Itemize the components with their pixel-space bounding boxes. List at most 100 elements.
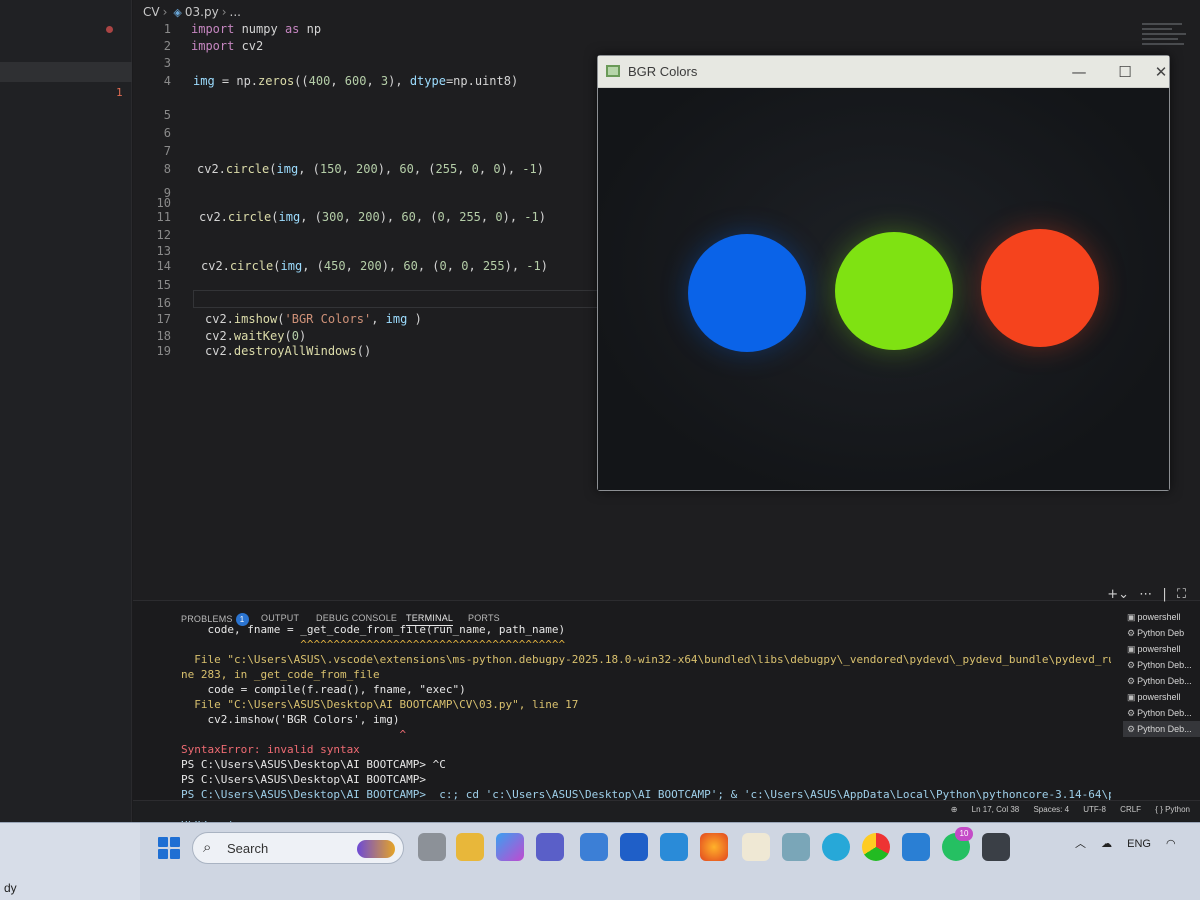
terminal-line: ne 283, in _get_code_from_file bbox=[181, 668, 380, 681]
line-number: 11 bbox=[156, 210, 171, 224]
search-highlight-icon bbox=[357, 840, 395, 858]
terminal-list-item[interactable]: ⚙ Python Deb... bbox=[1123, 657, 1200, 673]
line-text: import cv2 bbox=[191, 39, 264, 53]
wifi-icon[interactable]: ◠ bbox=[1166, 838, 1176, 850]
teams-icon[interactable] bbox=[536, 833, 564, 861]
minimize-button[interactable]: — bbox=[1060, 60, 1098, 84]
system-tray: ︿ ☁ ENG ◠ bbox=[1075, 835, 1188, 851]
line-number: 6 bbox=[163, 126, 171, 140]
tray-chevron-icon[interactable]: ︿ bbox=[1075, 838, 1086, 850]
blue-circle bbox=[688, 234, 806, 352]
line-text: import numpy as np bbox=[191, 22, 322, 36]
terminal-list-label: Python Deb... bbox=[1137, 708, 1192, 718]
tab-output[interactable]: OUTPUT bbox=[261, 613, 299, 623]
task-view-icon[interactable] bbox=[418, 833, 446, 861]
python-window-icon[interactable] bbox=[982, 833, 1010, 861]
media-icon[interactable] bbox=[660, 833, 688, 861]
opencv-titlebar[interactable]: BGR Colors — ☐ ✕ bbox=[598, 56, 1169, 88]
document-icon[interactable] bbox=[742, 833, 770, 861]
image-canvas bbox=[598, 89, 1169, 490]
line-number: 7 bbox=[163, 144, 171, 158]
breadcrumb-file[interactable]: 03.py bbox=[185, 5, 219, 19]
terminal-list-item[interactable]: ⚙ Python Deb... bbox=[1123, 673, 1200, 689]
debug-icon: ⚙ bbox=[1127, 708, 1136, 718]
store-icon[interactable] bbox=[580, 833, 608, 861]
windows-start-icon[interactable] bbox=[158, 837, 180, 859]
terminal-line: File "c:\Users\ASUS\.vscode\extensions\m… bbox=[181, 653, 1111, 666]
maximize-panel-icon[interactable]: ⛶ bbox=[1177, 587, 1186, 602]
status-language[interactable]: { } Python bbox=[1155, 805, 1190, 814]
file-explorer-icon[interactable] bbox=[456, 833, 484, 861]
line-text: cv2.destroyAllWindows() bbox=[205, 344, 372, 358]
terminal-list-item[interactable]: ⚙ Python Deb... bbox=[1123, 721, 1200, 737]
terminal-list-item[interactable]: ⚙ Python Deb bbox=[1123, 625, 1200, 641]
breadcrumb-folder[interactable]: CV bbox=[143, 5, 160, 19]
line-number: 4 bbox=[163, 74, 171, 88]
terminal-line: SyntaxError: invalid syntax bbox=[181, 743, 360, 756]
python-file-icon: ◈ bbox=[173, 6, 182, 19]
terminal-list-label: powershell bbox=[1137, 644, 1181, 654]
line-text: cv2.circle(img, (450, 200), 60, (0, 0, 2… bbox=[201, 259, 548, 273]
window-title: BGR Colors bbox=[628, 64, 698, 79]
line-number: 2 bbox=[163, 39, 171, 53]
terminal-line: cv2.imshow('BGR Colors', img) bbox=[181, 713, 400, 726]
chrome-icon[interactable] bbox=[862, 833, 890, 861]
terminal-list-label: powershell bbox=[1137, 692, 1181, 702]
window-app-icon bbox=[606, 65, 620, 77]
divider: | bbox=[1162, 587, 1167, 602]
explorer-sidebar: 1 bbox=[0, 0, 132, 830]
panel-toolbar: +⌄ ⋯ | ⛶ bbox=[1107, 587, 1186, 602]
breadcrumb-rest[interactable]: ... bbox=[230, 5, 241, 19]
line-number: 8 bbox=[163, 162, 171, 176]
opencv-window[interactable]: BGR Colors — ☐ ✕ bbox=[597, 55, 1170, 491]
app-icon-2[interactable] bbox=[782, 833, 810, 861]
status-spaces[interactable]: Spaces: 4 bbox=[1033, 805, 1069, 814]
line-number: 17 bbox=[156, 312, 171, 326]
status-position[interactable]: Ln 17, Col 38 bbox=[972, 805, 1020, 814]
vscode-icon[interactable] bbox=[902, 833, 930, 861]
taskbar-left-area bbox=[0, 823, 140, 900]
line-text: img = np.zeros((400, 600, 3), dtype=np.u… bbox=[193, 74, 519, 88]
breadcrumb: CV › ◈ 03.py ›... bbox=[143, 5, 241, 19]
line-text: cv2.circle(img, (150, 200), 60, (255, 0,… bbox=[197, 162, 544, 176]
line-number: 3 bbox=[163, 56, 171, 70]
terminal-list-item[interactable]: ⚙ Python Deb... bbox=[1123, 705, 1200, 721]
language-indicator[interactable]: ENG bbox=[1127, 838, 1151, 850]
search-icon: ⌕ bbox=[203, 838, 212, 856]
status-bar: ⊕ Ln 17, Col 38 Spaces: 4 UTF-8 CRLF { }… bbox=[133, 800, 1200, 821]
current-line-highlight bbox=[193, 290, 663, 308]
status-eol[interactable]: CRLF bbox=[1120, 805, 1141, 814]
terminal-list-label: Python Deb... bbox=[1137, 660, 1192, 670]
green-circle bbox=[835, 232, 953, 350]
onedrive-icon[interactable]: ☁ bbox=[1101, 838, 1112, 850]
more-icon[interactable]: ⋯ bbox=[1139, 587, 1152, 602]
line-text: cv2.imshow('BGR Colors', img ) bbox=[205, 312, 422, 326]
terminal-list-label: Python Deb... bbox=[1137, 724, 1192, 734]
firefox-icon[interactable] bbox=[700, 833, 728, 861]
app-icon[interactable] bbox=[620, 833, 648, 861]
red-circle bbox=[981, 229, 1099, 347]
edge-icon[interactable] bbox=[822, 833, 850, 861]
terminal-list-item[interactable]: ▣ powershell bbox=[1123, 641, 1200, 657]
terminal-list-label: powershell bbox=[1137, 612, 1181, 622]
terminal-line: ^^^^^^^^^^^^^^^^^^^^^^^^^^^^^^^^^^^^^^^^ bbox=[181, 638, 566, 651]
terminal-list-item[interactable]: ▣ powershell bbox=[1123, 689, 1200, 705]
taskbar: dy ⌕ Search 10 ︿ ☁ ENG ◠ bbox=[0, 822, 1200, 900]
modified-dot bbox=[106, 26, 113, 33]
new-terminal-icon[interactable]: +⌄ bbox=[1107, 587, 1129, 602]
close-button[interactable]: ✕ bbox=[1150, 60, 1172, 84]
copilot-icon[interactable] bbox=[496, 833, 524, 861]
terminal-icon: ▣ bbox=[1127, 692, 1136, 702]
debug-icon: ⚙ bbox=[1127, 628, 1136, 638]
zoom-icon[interactable]: ⊕ bbox=[951, 805, 958, 814]
tab-debug-console[interactable]: DEBUG CONSOLE bbox=[316, 613, 397, 623]
maximize-button[interactable]: ☐ bbox=[1106, 60, 1144, 84]
bottom-panel: +⌄ ⋯ | ⛶ PROBLEMS 1 OUTPUT DEBUG CONSOLE … bbox=[133, 587, 1200, 831]
selected-file-row[interactable] bbox=[0, 62, 132, 82]
status-encoding[interactable]: UTF-8 bbox=[1083, 805, 1106, 814]
terminal-list-item[interactable]: ▣ powershell bbox=[1123, 609, 1200, 625]
terminal-list-label: Python Deb bbox=[1137, 628, 1185, 638]
tab-ports[interactable]: PORTS bbox=[468, 613, 500, 623]
line-number: 14 bbox=[156, 259, 171, 273]
taskbar-search[interactable]: ⌕ Search bbox=[192, 832, 404, 864]
